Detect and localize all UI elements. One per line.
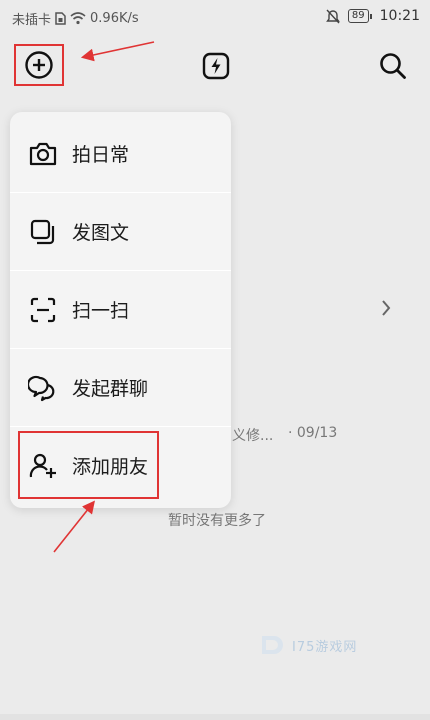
home-bar: [0, 714, 430, 720]
annotation-arrows: [53, 41, 155, 553]
arrow-to-add-friend: [53, 500, 95, 553]
arrow-to-add-button: [80, 41, 155, 62]
